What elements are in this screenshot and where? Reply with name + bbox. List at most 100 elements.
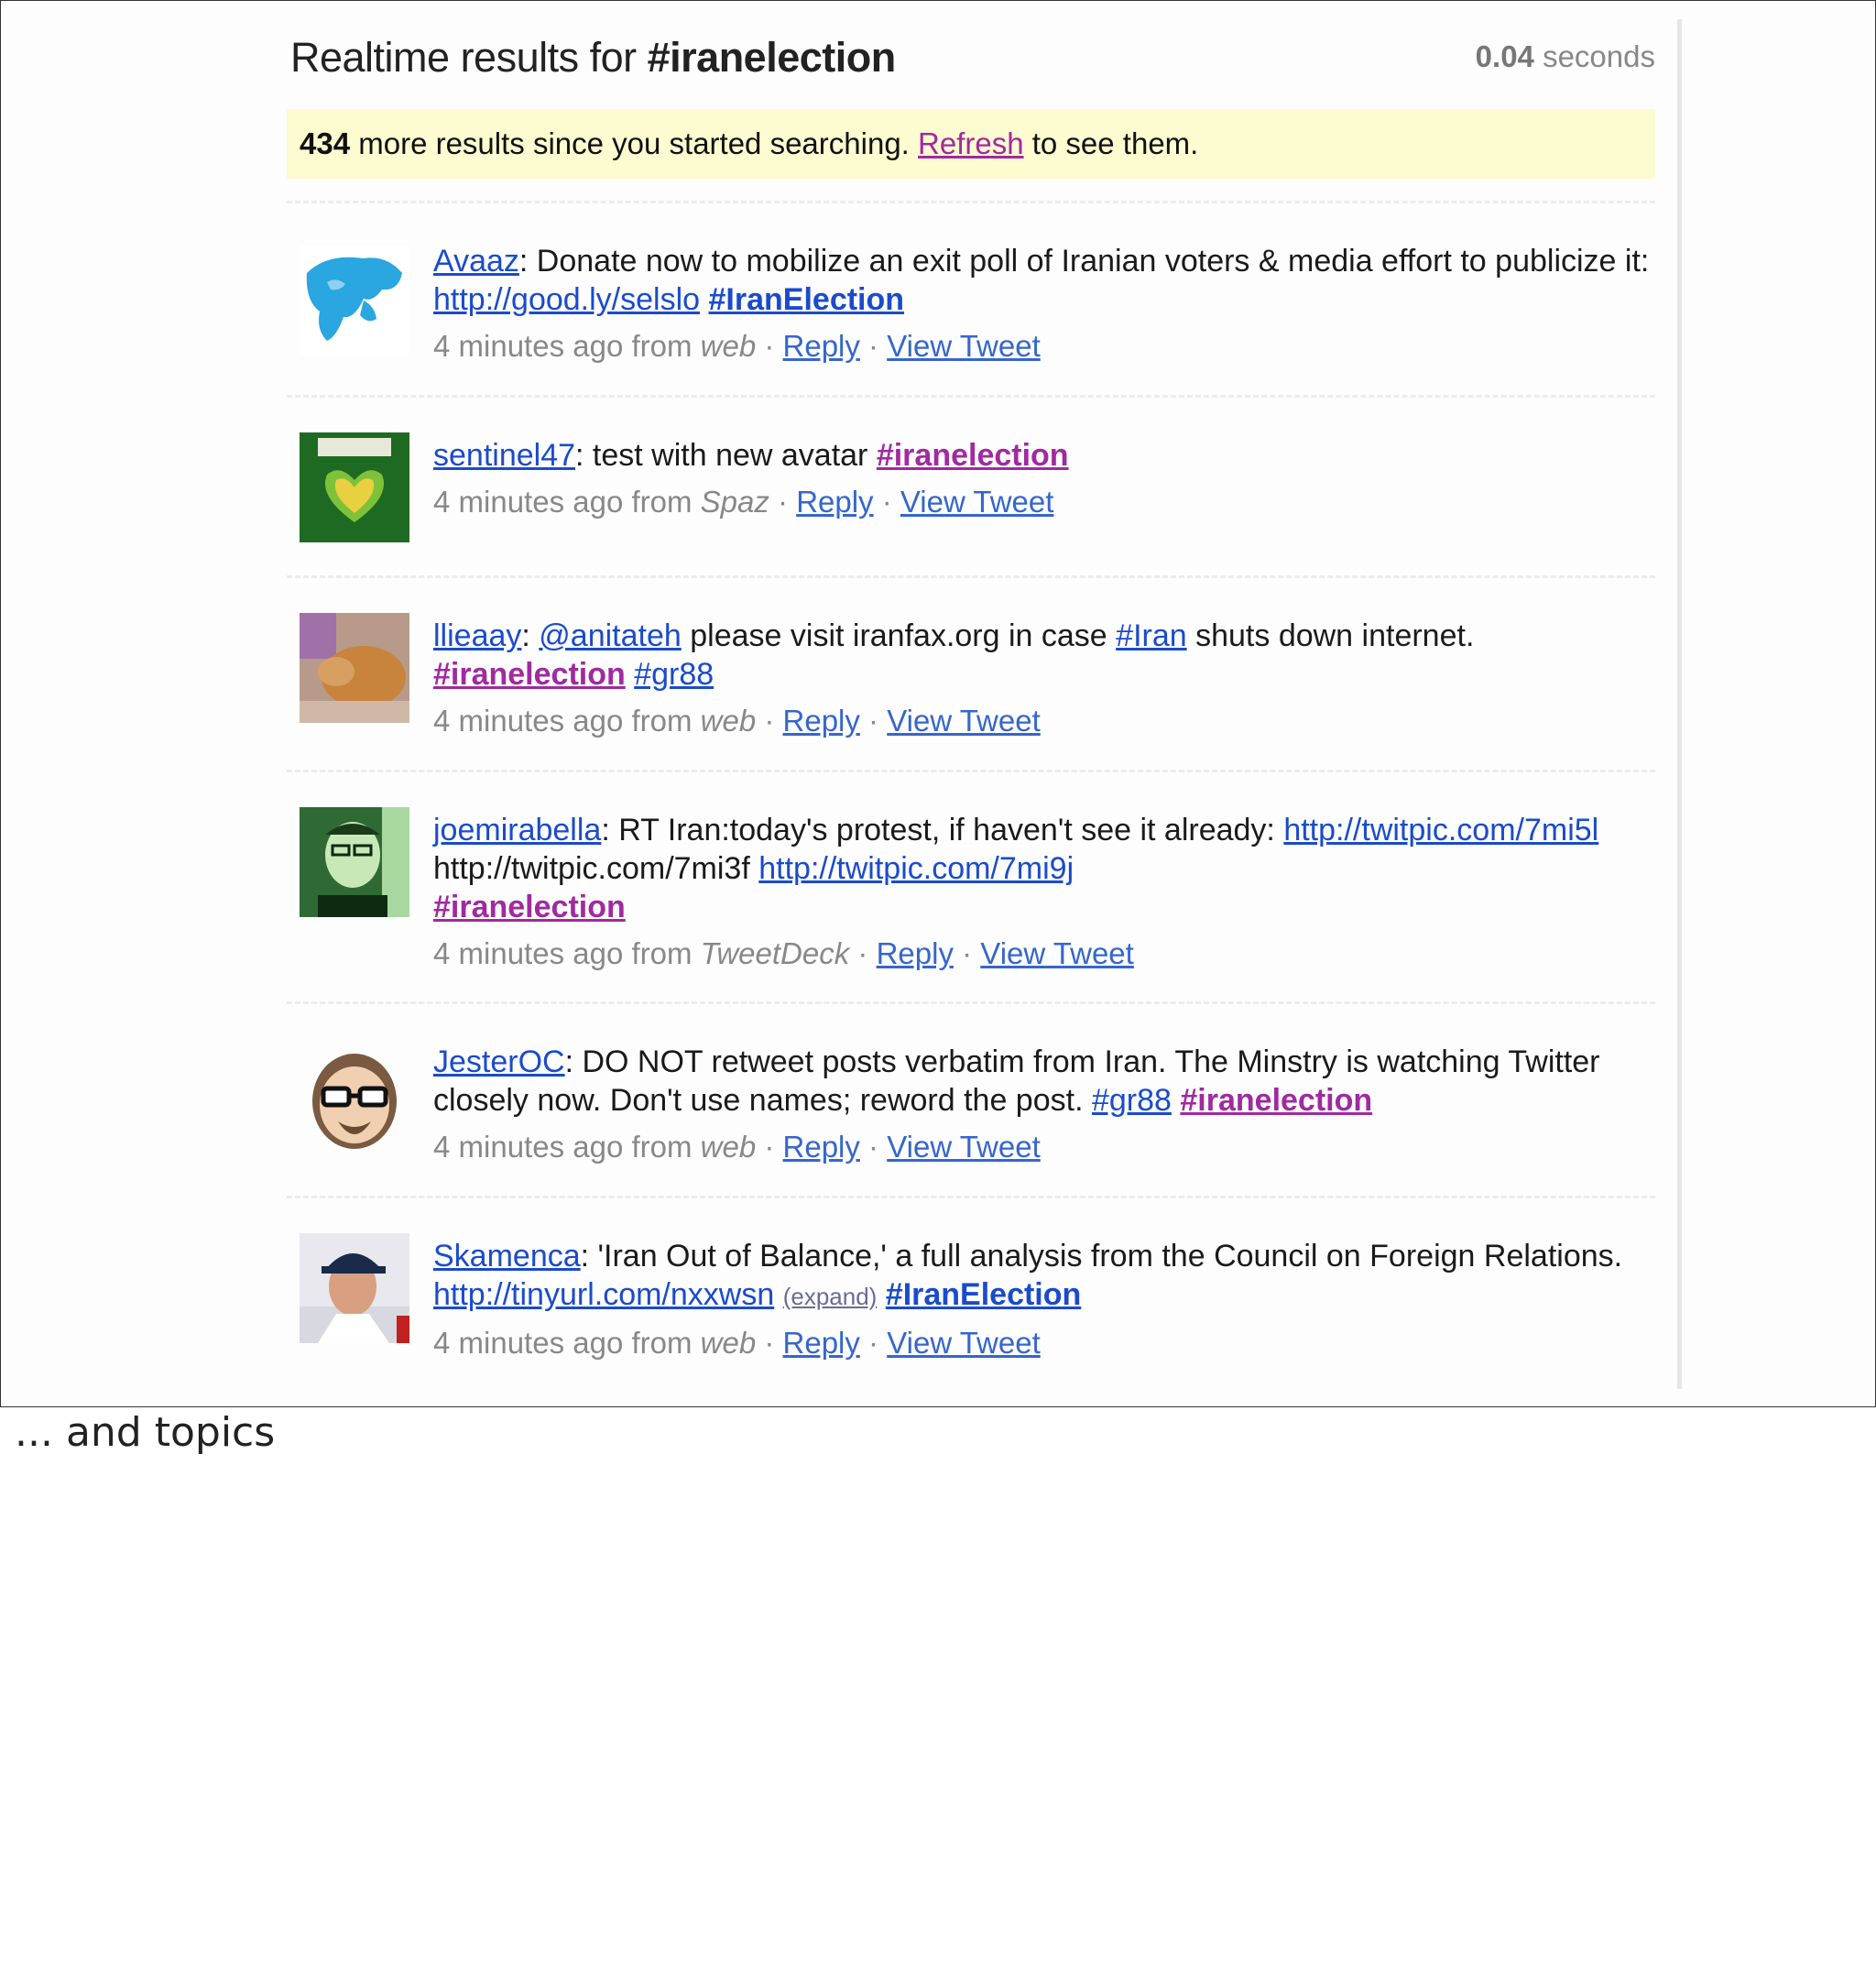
tweet-meta: 4 minutes ago from web · Reply · View Tw…: [433, 1129, 1655, 1165]
tweet-username[interactable]: Avaaz: [433, 244, 519, 279]
tweet-content: : 'Iran Out of Balance,' a full analysis…: [580, 1239, 1623, 1274]
view-tweet-link[interactable]: View Tweet: [900, 485, 1054, 519]
tweet-username[interactable]: Skamenca: [433, 1239, 581, 1274]
hashtag-link[interactable]: #iranelection: [433, 890, 626, 924]
mention-link[interactable]: @anitateh: [539, 618, 682, 653]
separator: ·: [859, 329, 888, 363]
view-tweet-link[interactable]: View Tweet: [887, 329, 1041, 363]
hashtag-link[interactable]: #iranelection: [877, 438, 1069, 473]
timing-unit: seconds: [1533, 39, 1655, 73]
hashtag-link[interactable]: #iranelection: [1180, 1083, 1372, 1118]
expand-link[interactable]: (expand): [783, 1283, 878, 1310]
view-tweet-link[interactable]: View Tweet: [887, 1130, 1041, 1164]
avatar[interactable]: [300, 1044, 409, 1154]
search-timing: 0.04 seconds: [1476, 39, 1655, 74]
hashtag-link[interactable]: #IranElection: [886, 1277, 1082, 1312]
reply-link[interactable]: Reply: [783, 1130, 860, 1164]
slide-caption: ... and topics: [15, 1409, 276, 1456]
reply-link[interactable]: Reply: [783, 329, 860, 363]
tweet-source: web: [700, 1130, 757, 1164]
page-title: Realtime results for #iranelection: [290, 34, 896, 82]
tweet: llieaay: @anitateh please visit iranfax.…: [287, 578, 1655, 772]
avatar[interactable]: [300, 1233, 409, 1343]
reply-link[interactable]: Reply: [796, 485, 873, 519]
reply-link[interactable]: Reply: [877, 936, 954, 970]
tweet-link[interactable]: http://twitpic.com/7mi5l: [1283, 813, 1598, 847]
reply-link[interactable]: Reply: [783, 1326, 860, 1360]
tweet-content: please visit iranfax.org in case: [681, 618, 1117, 653]
refresh-link[interactable]: Refresh: [918, 126, 1024, 160]
avatar[interactable]: [300, 246, 409, 355]
separator: ·: [859, 704, 888, 738]
separator: ·: [953, 936, 981, 970]
tweet-source: Spaz: [700, 485, 769, 519]
tweet-username[interactable]: llieaay: [433, 618, 521, 653]
title-prefix: Realtime results for: [290, 34, 648, 81]
tweet-text: llieaay: @anitateh please visit iranfax.…: [433, 618, 1475, 692]
dog-photo-avatar-icon: [300, 613, 409, 723]
tweet-meta: 4 minutes ago from TweetDeck · Reply · V…: [433, 935, 1655, 972]
search-query: #iranelection: [647, 34, 897, 81]
tweet-time: 4 minutes ago from: [433, 1130, 701, 1164]
separator: ·: [859, 1326, 888, 1360]
avatar[interactable]: [300, 613, 409, 723]
tweet-link[interactable]: http://good.ly/selslo: [433, 282, 700, 317]
tweet: Skamenca: 'Iran Out of Balance,' a full …: [287, 1198, 1655, 1382]
tweet-source: web: [700, 329, 757, 363]
view-tweet-link[interactable]: View Tweet: [887, 1326, 1041, 1360]
man-with-cap-avatar-icon: [300, 1233, 409, 1343]
tweet-username[interactable]: sentinel47: [433, 438, 575, 473]
reply-link[interactable]: Reply: [783, 704, 860, 738]
separator: ·: [769, 485, 797, 519]
tweet-link[interactable]: http://tinyurl.com/nxxwsn: [433, 1277, 774, 1312]
tweet-username[interactable]: joemirabella: [433, 813, 601, 847]
tweet-username[interactable]: JesterOC: [433, 1044, 565, 1079]
tweet: JesterOC: DO NOT retweet posts verbatim …: [287, 1004, 1655, 1198]
tweet-text: Avaaz: Donate now to mobilize an exit po…: [433, 242, 1655, 319]
hashtag-link[interactable]: #gr88: [634, 657, 714, 692]
avatar[interactable]: [300, 432, 409, 542]
tweet-meta: 4 minutes ago from web · Reply · View Tw…: [433, 1325, 1655, 1361]
tweet-time: 4 minutes ago from: [433, 485, 701, 519]
new-results-count: 434: [300, 126, 351, 160]
separator: ·: [849, 936, 877, 970]
avatar[interactable]: [300, 807, 409, 917]
hashtag-link[interactable]: #IranElection: [709, 282, 905, 317]
tweet-text: joemirabella: RT Iran:today's protest, i…: [433, 811, 1655, 926]
separator: ·: [859, 1130, 888, 1164]
tweet-text: Skamenca: 'Iran Out of Balance,' a full …: [433, 1237, 1655, 1316]
separator: ·: [756, 1130, 783, 1164]
man-photo-avatar-icon: [300, 807, 409, 917]
tweet: sentinel47: test with new avatar #iranel…: [287, 398, 1655, 578]
tweet-source: web: [700, 704, 757, 738]
search-results: Realtime results for #iranelection 0.04 …: [287, 1, 1655, 1382]
view-tweet-link[interactable]: View Tweet: [980, 936, 1134, 970]
sidebar-divider: [1677, 19, 1682, 1389]
hashtag-link[interactable]: #iranelection: [433, 657, 626, 692]
tweet-time: 4 minutes ago from: [433, 1326, 701, 1360]
tweet-content: shuts down internet.: [1186, 618, 1475, 653]
tweet-time: 4 minutes ago from: [433, 936, 701, 970]
tweet-text: sentinel47: test with new avatar #iranel…: [433, 436, 1655, 475]
tweet-time: 4 minutes ago from: [433, 329, 701, 363]
tweet-meta: 4 minutes ago from web · Reply · View Tw…: [433, 703, 1655, 739]
green-heart-avatar-icon: [300, 432, 409, 542]
tweet-meta: 4 minutes ago from Spaz · Reply · View T…: [433, 484, 1655, 520]
tweet: Avaaz: Donate now to mobilize an exit po…: [287, 203, 1655, 398]
screenshot-frame: Realtime results for #iranelection 0.04 …: [0, 0, 1876, 1407]
separator: ·: [873, 485, 900, 519]
separator: ·: [756, 704, 783, 738]
tweet-source: web: [700, 1326, 757, 1360]
cartoon-face-avatar-icon: [300, 1044, 409, 1154]
hashtag-link[interactable]: #Iran: [1116, 618, 1187, 653]
hashtag-link[interactable]: #gr88: [1092, 1083, 1172, 1118]
globe-map-icon: [300, 246, 409, 355]
tweet-content: : Donate now to mobilize an exit poll of…: [518, 244, 1650, 279]
tweet-meta: 4 minutes ago from web · Reply · View Tw…: [433, 328, 1655, 365]
view-tweet-link[interactable]: View Tweet: [887, 704, 1041, 738]
tweet-text: JesterOC: DO NOT retweet posts verbatim …: [433, 1043, 1655, 1120]
tweet-source: TweetDeck: [700, 936, 850, 970]
results-header: Realtime results for #iranelection 0.04 …: [287, 1, 1655, 109]
separator: ·: [756, 1326, 783, 1360]
tweet-link[interactable]: http://twitpic.com/7mi9j: [758, 851, 1074, 886]
